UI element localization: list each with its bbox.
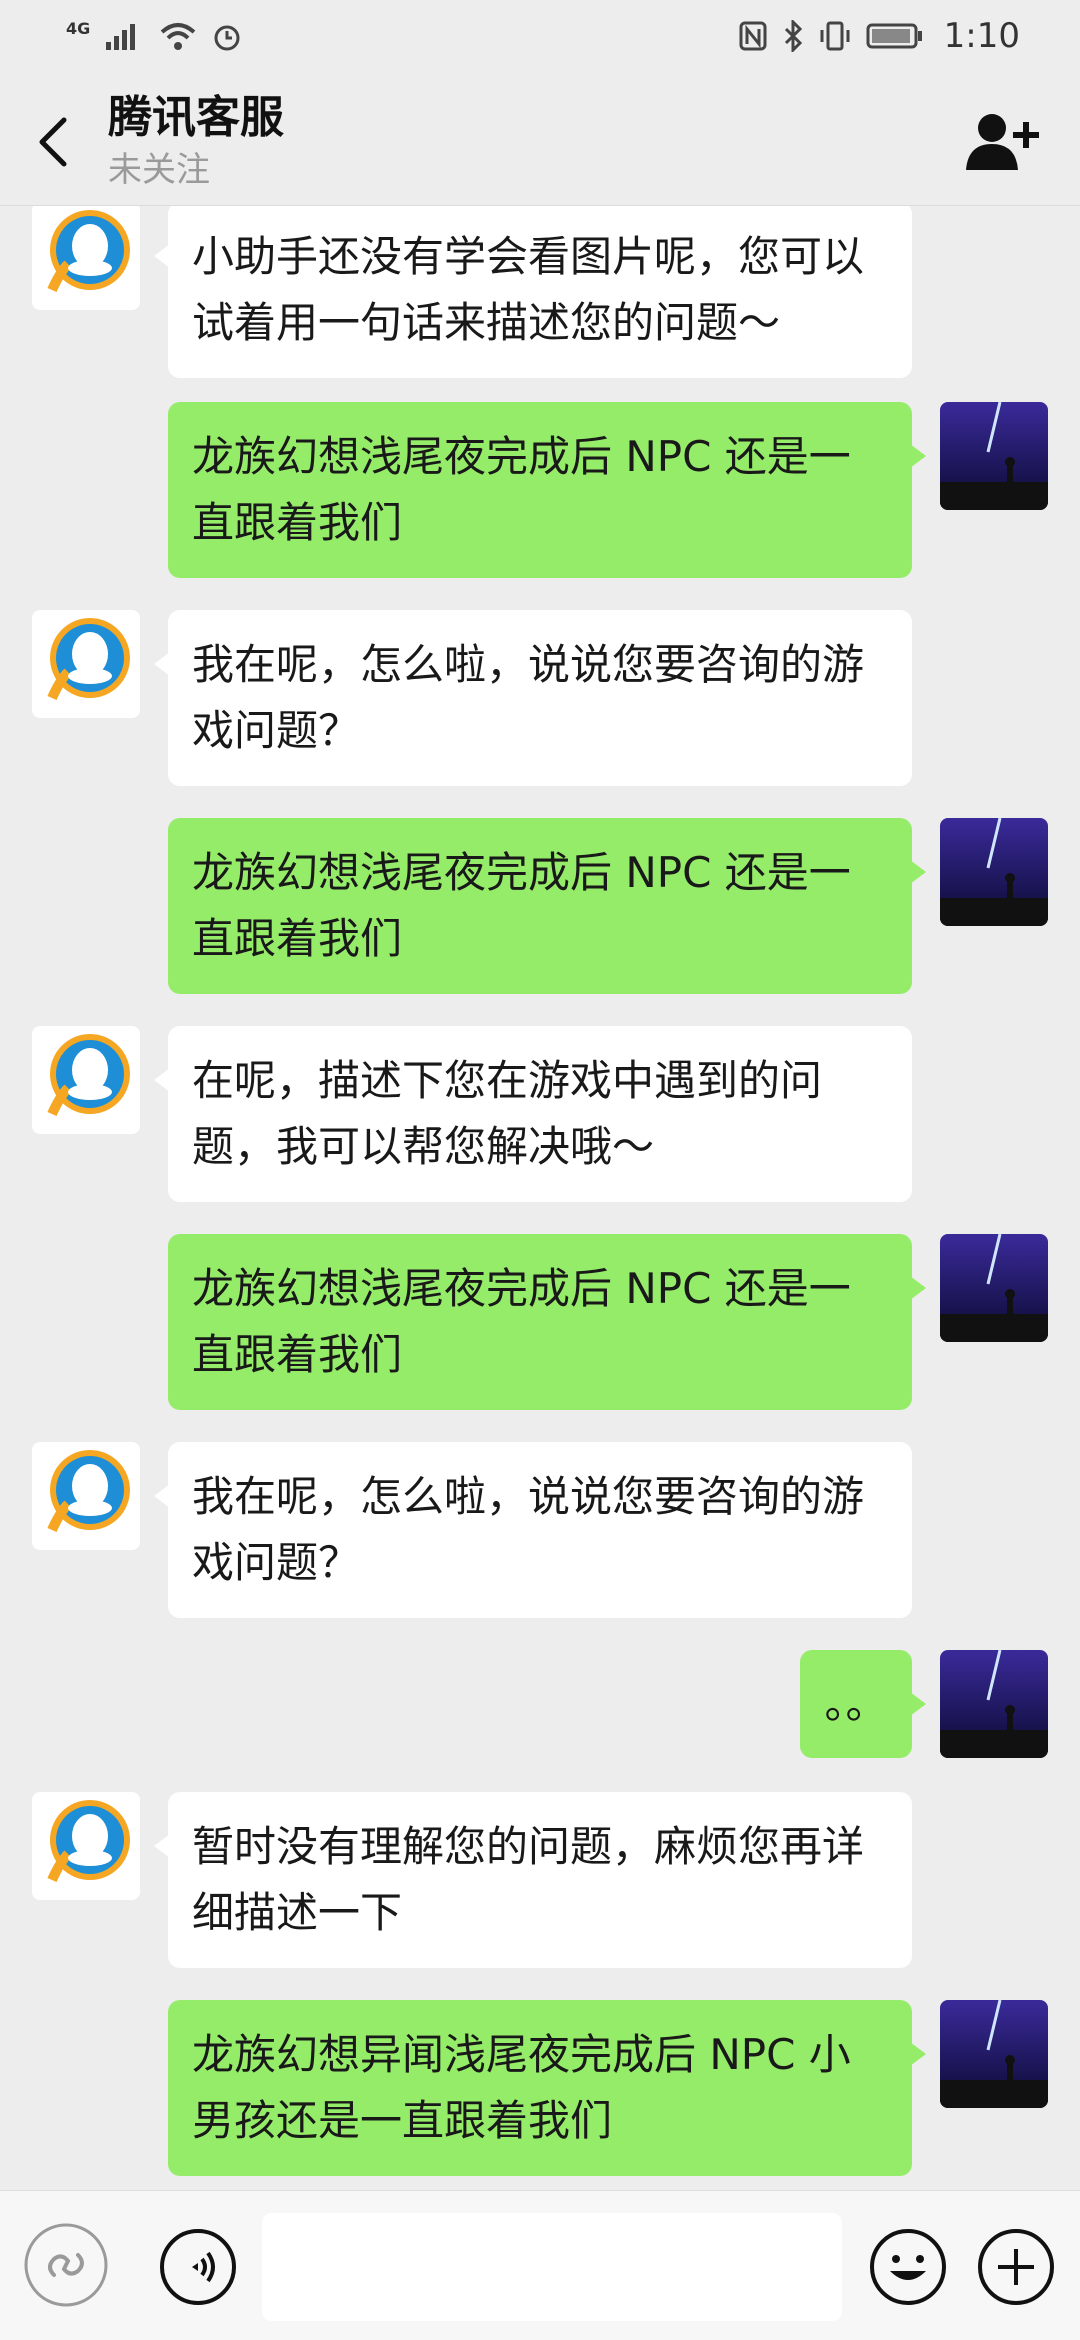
tencent-service-logo-icon [47, 210, 130, 293]
message-text: 我在呢，怎么啦，说说您要咨询的游戏问题？ [192, 1472, 865, 1587]
message-text: 龙族幻想浅尾夜完成后 NPC 还是一直跟着我们 [192, 432, 851, 547]
my-avatar[interactable] [940, 818, 1048, 926]
add-friend-button[interactable] [964, 108, 1040, 178]
user-avatar-image [940, 2000, 1048, 2108]
user-avatar-image [940, 1234, 1048, 1342]
battery-icon [866, 23, 922, 49]
vibrate-icon [820, 21, 850, 51]
my-avatar[interactable] [940, 1650, 1048, 1758]
chevron-left-icon [39, 117, 67, 167]
bot-avatar[interactable] [32, 1442, 140, 1550]
user-avatar-image [940, 402, 1048, 510]
my-avatar[interactable] [940, 2000, 1048, 2108]
message-text: 我在呢，怎么啦，说说您要咨询的游戏问题？ [192, 640, 865, 755]
mini-program-button[interactable] [24, 2223, 108, 2307]
message-input[interactable] [262, 2213, 842, 2321]
add-user-icon [966, 114, 1039, 170]
status-left: 4G [66, 18, 242, 52]
status-right: 1:10 [738, 16, 1020, 56]
message-text: 小助手还没有学会看图片呢，您可以试着用一句话来描述您的问题～ [192, 232, 865, 347]
message-bubble-outgoing[interactable]: 龙族幻想异闻浅尾夜完成后 NPC 小男孩还是一直跟着我们 [168, 2000, 926, 2176]
nfc-icon [739, 21, 767, 51]
message-bubble-incoming[interactable]: 我在呢，怎么啦，说说您要咨询的游戏问题？ [154, 610, 912, 786]
signal-icon [106, 24, 136, 50]
status-bar: 4G 1:10 [0, 0, 1080, 72]
alarm-icon [214, 25, 240, 51]
bot-avatar[interactable] [32, 610, 140, 718]
input-bar [0, 2190, 1080, 2340]
tencent-service-logo-icon [47, 1450, 130, 1533]
message-bubble-outgoing[interactable]: 龙族幻想浅尾夜完成后 NPC 还是一直跟着我们 [168, 402, 926, 578]
my-avatar[interactable] [940, 402, 1048, 510]
bluetooth-icon [784, 20, 802, 52]
follow-status: 未关注 [108, 150, 210, 190]
message-bubble-incoming[interactable]: 暂时没有理解您的问题，麻烦您再详细描述一下 [154, 1792, 912, 1968]
message-text: 。。 [824, 1679, 888, 1728]
chat-header: 腾讯客服 未关注 [0, 72, 1080, 206]
tencent-service-logo-icon [47, 618, 130, 701]
emoji-button[interactable] [868, 2227, 948, 2307]
tencent-service-logo-icon [47, 1800, 130, 1883]
message-text: 龙族幻想浅尾夜完成后 NPC 还是一直跟着我们 [192, 1264, 851, 1379]
user-avatar-image [940, 1650, 1048, 1758]
message-bubble-outgoing[interactable]: 龙族幻想浅尾夜完成后 NPC 还是一直跟着我们 [168, 1234, 926, 1410]
emoji-icon [870, 2229, 946, 2305]
clock: 1:10 [943, 16, 1020, 56]
more-button[interactable] [976, 2227, 1056, 2307]
mini-program-icon [24, 2223, 108, 2307]
message-text: 龙族幻想浅尾夜完成后 NPC 还是一直跟着我们 [192, 848, 851, 963]
back-button[interactable] [30, 112, 80, 172]
message-bubble-incoming[interactable]: 我在呢，怎么啦，说说您要咨询的游戏问题？ [154, 1442, 912, 1618]
message-bubble-outgoing[interactable]: 龙族幻想浅尾夜完成后 NPC 还是一直跟着我们 [168, 818, 926, 994]
wifi-icon [160, 23, 196, 50]
message-list[interactable]: 小助手还没有学会看图片呢，您可以试着用一句话来描述您的问题～ 龙族幻想浅尾夜完成… [0, 206, 1080, 2190]
network-type: 4G [66, 18, 91, 38]
chat-title: 腾讯客服 [108, 92, 284, 143]
message-text: 龙族幻想异闻浅尾夜完成后 NPC 小男孩还是一直跟着我们 [192, 2030, 851, 2145]
bot-avatar[interactable] [32, 1792, 140, 1900]
bot-avatar[interactable] [32, 1026, 140, 1134]
message-text: 在呢，描述下您在游戏中遇到的问题，我可以帮您解决哦～ [192, 1056, 823, 1171]
message-bubble-outgoing[interactable]: 。。 [800, 1650, 926, 1758]
voice-icon [160, 2229, 236, 2305]
title-block: 腾讯客服 未关注 [108, 88, 284, 192]
user-avatar-image [940, 818, 1048, 926]
my-avatar[interactable] [940, 1234, 1048, 1342]
voice-button[interactable] [158, 2227, 238, 2307]
message-text: 暂时没有理解您的问题，麻烦您再详细描述一下 [192, 1822, 865, 1937]
tencent-service-logo-icon [47, 1034, 130, 1117]
message-bubble-incoming[interactable]: 在呢，描述下您在游戏中遇到的问题，我可以帮您解决哦～ [154, 1026, 912, 1202]
plus-icon [978, 2229, 1054, 2305]
message-bubble-incoming[interactable]: 小助手还没有学会看图片呢，您可以试着用一句话来描述您的问题～ [154, 206, 912, 378]
bot-avatar[interactable] [32, 206, 140, 310]
